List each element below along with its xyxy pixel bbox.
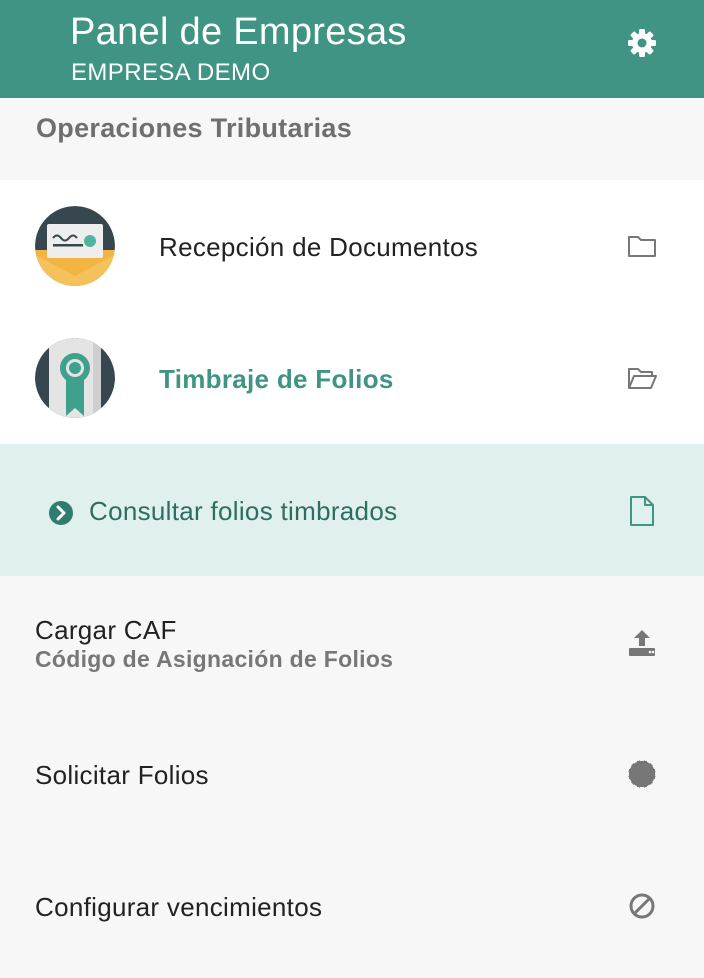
section-title: Operaciones Tributarias: [36, 113, 353, 143]
upload-icon: [629, 630, 655, 656]
menu-item-label: Timbraje de Folios: [159, 364, 394, 394]
menu-item-recepcion-documentos[interactable]: Recepción de Documentos: [0, 180, 704, 312]
submenu-item-label: Configurar vencimientos: [35, 892, 323, 922]
ban-icon: [629, 893, 655, 919]
folder-open-icon: [628, 368, 657, 389]
header-title: Panel de Empresas: [70, 11, 407, 53]
submenu-item-label: Consultar folios timbrados: [89, 496, 398, 526]
submenu-item-label: Solicitar Folios: [35, 760, 209, 790]
submenu-item-cargar-caf[interactable]: Cargar CAF Código de Asignación de Folio…: [0, 576, 704, 708]
submenu-item-consultar-folios[interactable]: Consultar folios timbrados: [0, 444, 704, 576]
submenu-item-solicitar-folios[interactable]: Solicitar Folios: [0, 708, 704, 840]
file-icon: [630, 496, 654, 526]
submenu-item-label: Cargar CAF: [35, 615, 177, 645]
submenu-item-configurar-vencimientos[interactable]: Configurar vencimientos: [0, 840, 704, 972]
chevron-circle-right-icon: [49, 501, 73, 525]
envelope-avatar-icon: [35, 206, 115, 286]
folder-icon: [628, 236, 656, 257]
certificate-badge-icon: [628, 760, 656, 788]
menu-item-label: Recepción de Documentos: [159, 232, 479, 262]
certificate-avatar-icon: [35, 338, 115, 418]
menu-item-timbraje-folios[interactable]: Timbraje de Folios: [0, 312, 704, 444]
gear-icon[interactable]: [626, 27, 658, 59]
app-header: Panel de Empresas EMPRESA DEMO: [0, 0, 704, 98]
submenu-item-sublabel: Código de Asignación de Folios: [35, 646, 394, 672]
header-subtitle: EMPRESA DEMO: [71, 59, 271, 86]
